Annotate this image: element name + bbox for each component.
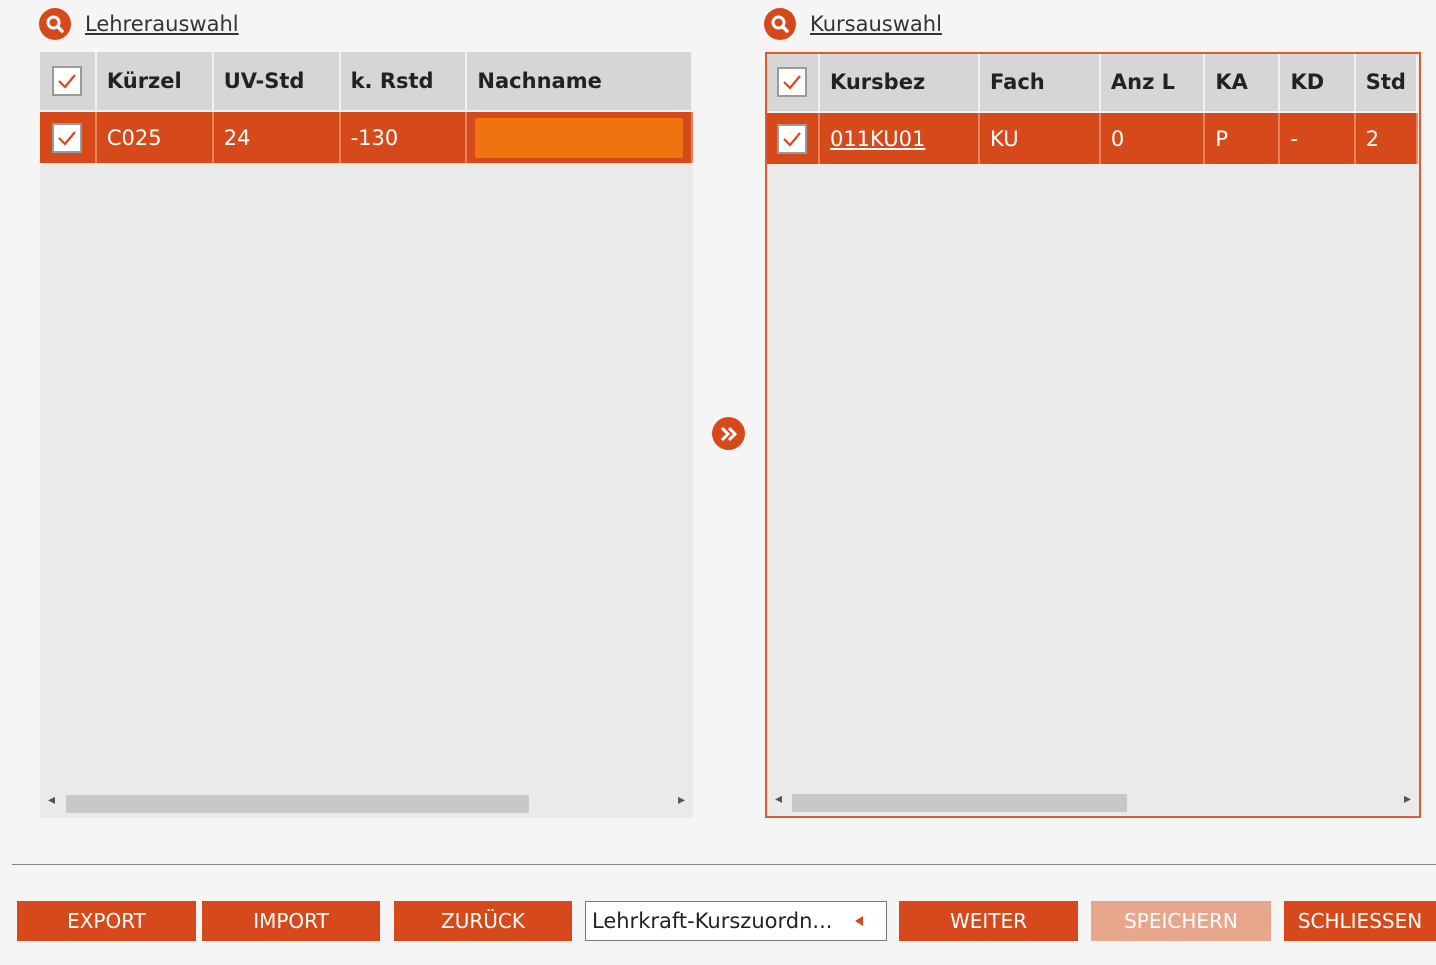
column-header-k-rstd[interactable]: k. Rstd — [339, 52, 468, 112]
teacher-horizontal-scrollbar[interactable]: ◂ ▸ — [40, 788, 693, 818]
cell-ka: P — [1204, 112, 1281, 164]
column-header-std[interactable]: Std — [1354, 54, 1419, 113]
cell-kursbez[interactable]: 011KU01 — [818, 112, 981, 164]
scroll-right-icon[interactable]: ▸ — [678, 792, 685, 808]
column-header-nachname[interactable]: Nachname — [466, 52, 693, 112]
course-selection-link[interactable]: Kursauswahl — [810, 12, 942, 36]
scroll-thumb[interactable] — [792, 794, 1127, 812]
back-button[interactable]: ZURÜCK — [394, 901, 572, 941]
step-select[interactable]: Lehrkraft-Kurszuordn... — [585, 901, 887, 941]
table-row[interactable]: C025 24 -130 — [40, 111, 693, 163]
export-button[interactable]: EXPORT — [17, 901, 196, 941]
search-icon[interactable] — [39, 8, 71, 40]
course-grid: Kursbez Fach Anz L KA KD Std 011KU01 KU … — [765, 52, 1421, 818]
row-select-cell[interactable] — [40, 111, 97, 163]
select-all-courses[interactable] — [767, 54, 820, 113]
row-checkbox[interactable] — [52, 122, 83, 153]
course-horizontal-scrollbar[interactable]: ◂ ▸ — [767, 787, 1419, 816]
select-all-teachers[interactable] — [40, 52, 97, 112]
column-header-uv-std[interactable]: UV-Std — [212, 52, 341, 112]
next-button[interactable]: WEITER — [899, 901, 1078, 941]
cell-fach: KU — [979, 112, 1101, 164]
redacted-name — [475, 117, 683, 158]
cell-kuerzel: C025 — [95, 111, 214, 163]
column-header-kursbez[interactable]: Kursbez — [818, 54, 981, 113]
column-header-anz-l[interactable]: Anz L — [1099, 54, 1206, 113]
footer-divider — [12, 864, 1436, 865]
cell-std: 2 — [1354, 112, 1419, 164]
search-icon[interactable] — [764, 8, 796, 40]
step-select-value: Lehrkraft-Kurszuordn... — [592, 909, 833, 933]
cell-anz-l: 0 — [1099, 112, 1206, 164]
select-all-checkbox[interactable] — [52, 66, 83, 96]
scroll-thumb[interactable] — [66, 795, 529, 813]
teacher-header-row: Kürzel UV-Std k. Rstd Nachname — [40, 52, 693, 112]
close-button[interactable]: SCHLIESSEN — [1284, 901, 1436, 941]
row-select-cell[interactable] — [767, 112, 820, 164]
course-selection-header: Kursauswahl — [764, 8, 942, 40]
table-row[interactable]: 011KU01 KU 0 P - 2 — [767, 112, 1419, 164]
cell-kd: - — [1279, 112, 1356, 164]
caret-left-icon — [855, 916, 863, 926]
row-checkbox[interactable] — [776, 123, 807, 154]
column-header-kuerzel[interactable]: Kürzel — [95, 52, 214, 112]
teacher-selection-header: Lehrerauswahl — [39, 8, 239, 40]
course-link[interactable]: 011KU01 — [830, 127, 925, 151]
column-header-fach[interactable]: Fach — [979, 54, 1101, 113]
cell-k-rstd: -130 — [339, 111, 468, 163]
course-header-row: Kursbez Fach Anz L KA KD Std — [767, 54, 1419, 113]
transfer-forward-button[interactable] — [712, 417, 745, 450]
select-all-checkbox[interactable] — [776, 67, 807, 97]
double-chevron-right-icon — [720, 426, 737, 441]
teacher-selection-link[interactable]: Lehrerauswahl — [85, 12, 239, 36]
save-button[interactable]: SPEICHERN — [1091, 901, 1271, 941]
import-button[interactable]: IMPORT — [202, 901, 380, 941]
cell-uv-std: 24 — [212, 111, 341, 163]
teacher-table: Kürzel UV-Std k. Rstd Nachname C025 24 -… — [40, 52, 693, 163]
course-table: Kursbez Fach Anz L KA KD Std 011KU01 KU … — [767, 54, 1419, 164]
teacher-grid: Kürzel UV-Std k. Rstd Nachname C025 24 -… — [40, 52, 693, 818]
column-header-ka[interactable]: KA — [1204, 54, 1281, 113]
cell-nachname — [466, 111, 693, 163]
scroll-track[interactable] — [775, 794, 1411, 812]
scroll-track[interactable] — [48, 795, 685, 813]
scroll-right-icon[interactable]: ▸ — [1404, 791, 1411, 807]
column-header-kd[interactable]: KD — [1279, 54, 1356, 113]
